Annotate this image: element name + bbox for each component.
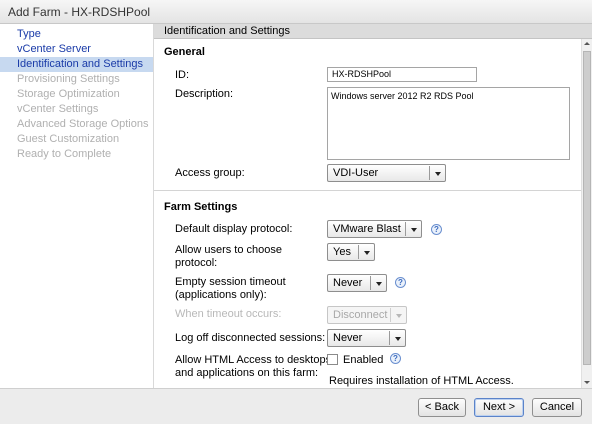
scroll-up-arrow-icon[interactable] bbox=[582, 39, 592, 49]
html-access-checkbox[interactable] bbox=[327, 354, 338, 365]
html-access-label-line1: Allow HTML Access to desktops bbox=[175, 354, 332, 366]
main-panel: Identification and Settings General ID: … bbox=[153, 24, 592, 388]
empty-session-timeout-select[interactable]: Never bbox=[327, 274, 387, 292]
allow-choose-protocol-label-line1: Allow users to choose bbox=[175, 244, 282, 256]
step-type[interactable]: Type bbox=[0, 27, 153, 42]
window-title: Add Farm - HX-RDSHPool bbox=[8, 5, 151, 19]
step-guest-customization: Guest Customization bbox=[17, 133, 120, 145]
step-ready-to-complete: Ready to Complete bbox=[17, 148, 112, 160]
allow-choose-protocol-select[interactable]: Yes bbox=[327, 243, 375, 261]
html-access-label-line2: and applications on this farm: bbox=[175, 367, 319, 379]
step-advanced-storage-options: Advanced Storage Options bbox=[17, 118, 149, 130]
panel-header: Identification and Settings bbox=[154, 24, 592, 39]
step-storage-optimization: Storage Optimization bbox=[17, 88, 120, 100]
scroll-thumb[interactable] bbox=[583, 51, 591, 365]
chevron-down-icon bbox=[392, 307, 406, 323]
allow-choose-protocol-value: Yes bbox=[333, 246, 351, 258]
display-protocol-select[interactable]: VMware Blast bbox=[327, 220, 422, 238]
when-timeout-occurs-value: Disconnect bbox=[333, 309, 388, 321]
next-button[interactable]: Next > bbox=[474, 398, 524, 417]
access-group-label: Access group: bbox=[175, 167, 245, 179]
step-vcenter-server[interactable]: vCenter Server bbox=[0, 42, 153, 57]
chevron-down-icon bbox=[407, 221, 421, 237]
help-icon[interactable]: ? bbox=[395, 277, 406, 288]
chevron-down-icon bbox=[360, 244, 374, 260]
step-vcenter-settings: vCenter Settings bbox=[17, 103, 99, 115]
id-field[interactable]: HX-RDSHPool bbox=[327, 67, 477, 82]
empty-session-timeout-value: Never bbox=[333, 277, 363, 289]
general-section-title: General bbox=[164, 46, 205, 58]
help-icon[interactable]: ? bbox=[431, 224, 442, 235]
when-timeout-occurs-select: Disconnect bbox=[327, 306, 407, 324]
description-field[interactable]: Windows server 2012 R2 RDS Pool bbox=[327, 87, 570, 160]
wizard-footer: < Back Next > Cancel bbox=[0, 388, 592, 424]
empty-session-timeout-label-line2: (applications only): bbox=[175, 289, 267, 301]
access-group-value: VDI-User bbox=[333, 167, 379, 179]
html-access-checkbox-label[interactable]: Enabled bbox=[343, 354, 383, 367]
wizard-steps-sidebar: Type vCenter Server Identification and S… bbox=[0, 24, 153, 388]
logoff-disconnected-label: Log off disconnected sessions: bbox=[175, 332, 326, 344]
chevron-down-icon bbox=[372, 275, 386, 291]
display-protocol-label: Default display protocol: bbox=[175, 223, 293, 235]
allow-choose-protocol-label-line2: protocol: bbox=[175, 257, 218, 269]
when-timeout-occurs-label: When timeout occurs: bbox=[175, 308, 282, 320]
display-protocol-value: VMware Blast bbox=[333, 223, 401, 235]
cancel-button[interactable]: Cancel bbox=[532, 398, 582, 417]
window-titlebar: Add Farm - HX-RDSHPool bbox=[0, 0, 592, 24]
description-label: Description: bbox=[175, 88, 234, 100]
scroll-down-arrow-icon[interactable] bbox=[582, 378, 592, 388]
logoff-disconnected-value: Never bbox=[333, 332, 363, 344]
step-provisioning-settings: Provisioning Settings bbox=[17, 73, 120, 85]
help-icon[interactable]: ? bbox=[390, 353, 401, 364]
access-group-select[interactable]: VDI-User bbox=[327, 164, 446, 182]
farm-settings-section-title: Farm Settings bbox=[164, 201, 238, 213]
empty-session-timeout-label-line1: Empty session timeout bbox=[175, 276, 286, 288]
html-access-note: Requires installation of HTML Access. bbox=[329, 375, 514, 387]
id-label: ID: bbox=[175, 69, 190, 81]
logoff-disconnected-select[interactable]: Never bbox=[327, 329, 406, 347]
chevron-down-icon bbox=[431, 165, 445, 181]
section-divider bbox=[154, 190, 582, 191]
back-button[interactable]: < Back bbox=[418, 398, 466, 417]
chevron-down-icon bbox=[391, 330, 405, 346]
vertical-scrollbar[interactable] bbox=[581, 39, 592, 388]
step-identification-and-settings[interactable]: Identification and Settings bbox=[0, 57, 153, 72]
